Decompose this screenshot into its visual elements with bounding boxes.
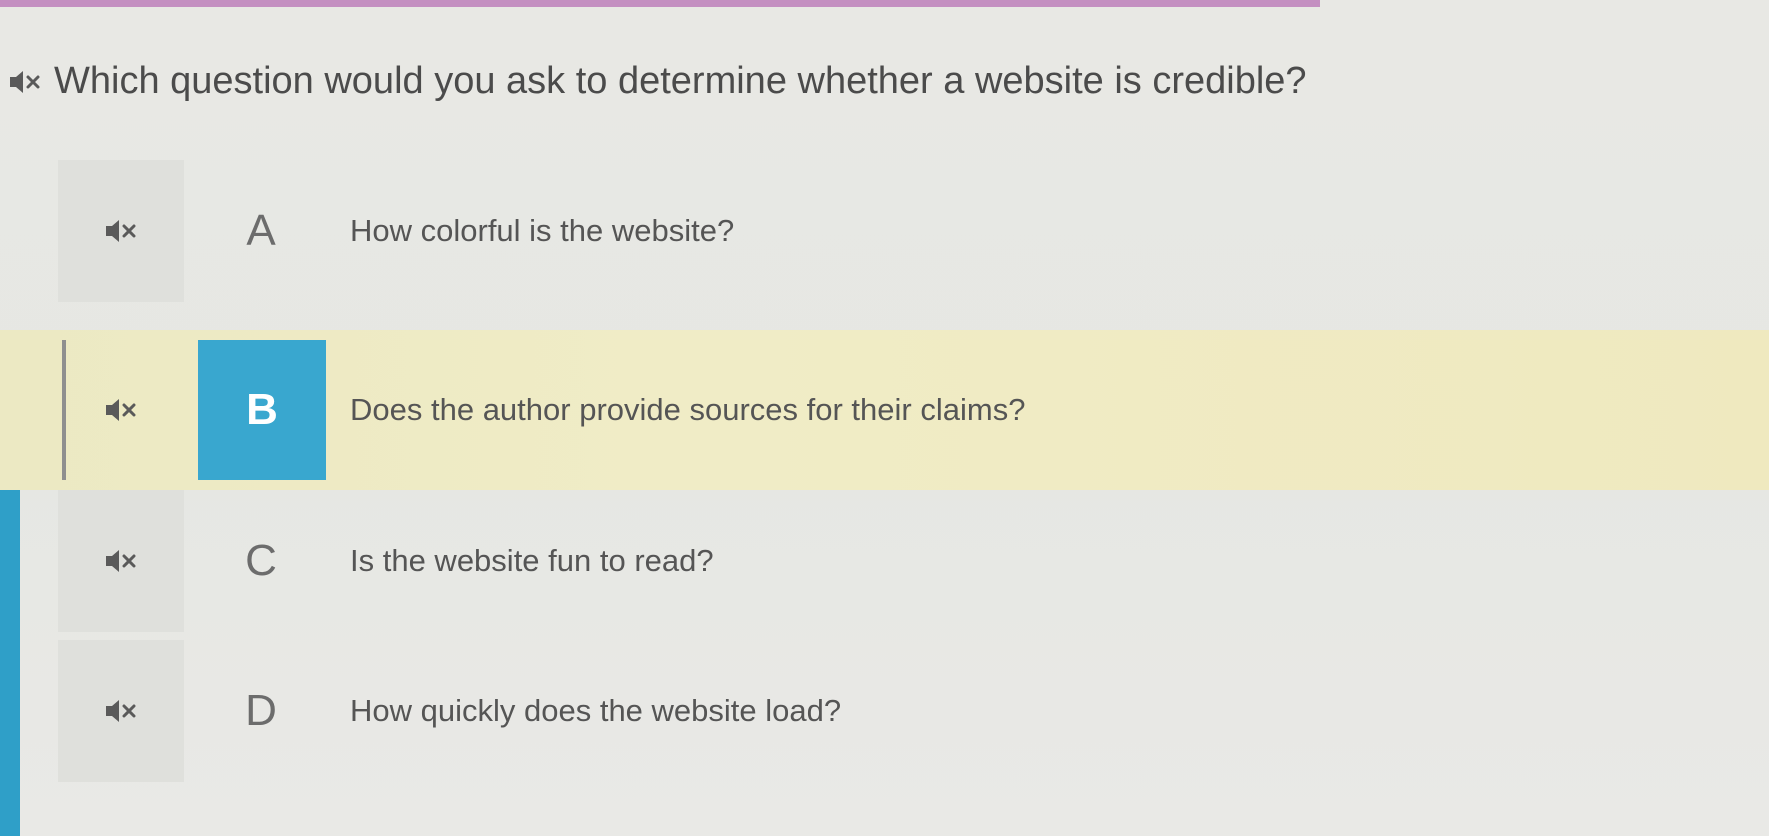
option-c[interactable]: C Is the website fun to read? (0, 490, 1769, 632)
question-header: Which question would you ask to determin… (8, 60, 1307, 103)
question-text: Which question would you ask to determin… (54, 60, 1307, 102)
option-c-audio-cell (58, 490, 184, 632)
option-d[interactable]: D How quickly does the website load? (0, 640, 1769, 782)
option-c-text: Is the website fun to read? (350, 543, 714, 578)
option-c-letter: C (245, 536, 277, 585)
option-a-text: How colorful is the website? (350, 213, 735, 248)
option-b[interactable]: B Does the author provide sources for th… (0, 330, 1769, 490)
speaker-mute-icon[interactable] (104, 217, 138, 245)
speaker-mute-icon[interactable] (8, 68, 42, 96)
option-b-audio-cell (58, 330, 184, 490)
option-a-letter: A (246, 206, 276, 255)
option-a[interactable]: A How colorful is the website? (0, 160, 1769, 302)
option-a-audio-cell (58, 160, 184, 302)
option-b-text: Does the author provide sources for thei… (350, 392, 1026, 427)
option-d-letter: D (245, 686, 277, 735)
option-b-letter: B (198, 340, 326, 480)
option-d-text: How quickly does the website load? (350, 693, 842, 728)
top-progress-bar (0, 0, 1320, 7)
speaker-mute-icon[interactable] (104, 697, 138, 725)
speaker-mute-icon-svg (10, 70, 40, 93)
speaker-mute-icon[interactable] (104, 547, 138, 575)
speaker-mute-icon[interactable] (104, 396, 138, 424)
option-d-audio-cell (58, 640, 184, 782)
